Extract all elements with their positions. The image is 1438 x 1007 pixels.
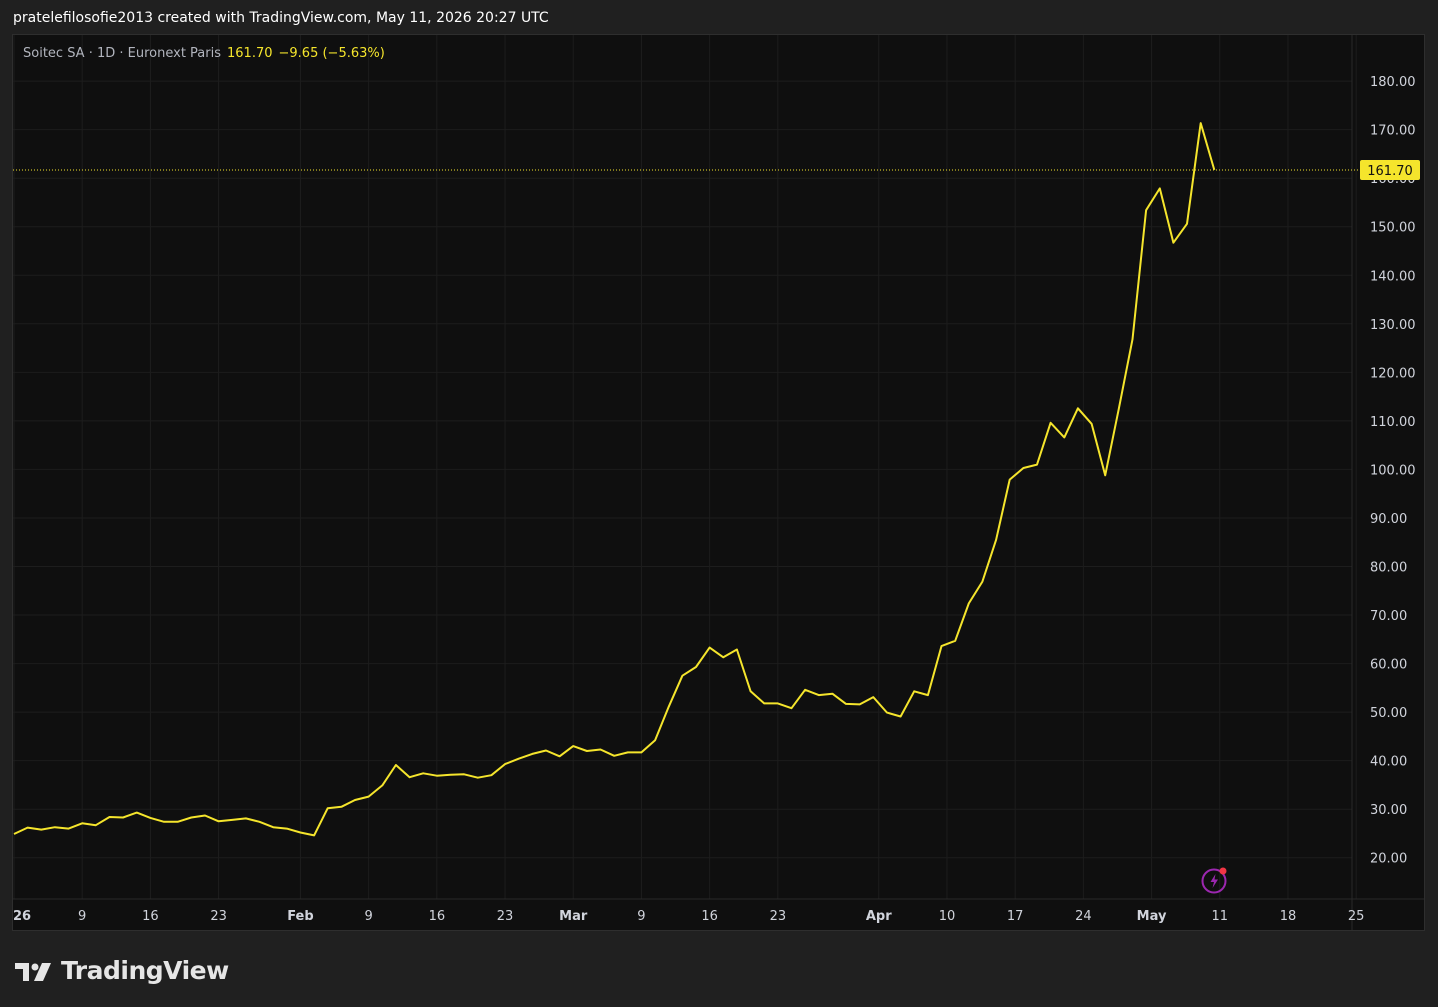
x-tick-label: 23 bbox=[210, 909, 227, 924]
x-tick-label: 23 bbox=[770, 909, 787, 924]
x-tick-label: Mar bbox=[559, 909, 588, 924]
price-chart[interactable]: 180.00170.00160.00150.00140.00130.00120.… bbox=[13, 35, 1424, 930]
tradingview-logo-icon bbox=[15, 962, 51, 981]
y-tick-label: 130.00 bbox=[1370, 318, 1416, 333]
x-tick-label: 26 bbox=[13, 909, 31, 924]
y-tick-label: 50.00 bbox=[1370, 706, 1407, 721]
symbol-info: Soitec SA · 1D · Euronext Paris bbox=[23, 46, 222, 61]
x-tick-label: Feb bbox=[287, 909, 313, 924]
x-tick-label: 16 bbox=[701, 909, 718, 924]
x-tick-label: 23 bbox=[497, 909, 514, 924]
x-tick-label: 24 bbox=[1075, 909, 1092, 924]
price-change: −9.65 (−5.63%) bbox=[278, 46, 385, 61]
y-tick-label: 70.00 bbox=[1370, 609, 1407, 624]
symbol-legend: Soitec SA · 1D · Euronext Paris 161.70 −9.… bbox=[23, 46, 385, 61]
y-tick-label: 170.00 bbox=[1370, 124, 1416, 139]
attribution-text: pratelefilosofie2013 created with Tradin… bbox=[13, 10, 549, 26]
y-tick-label: 90.00 bbox=[1370, 512, 1407, 527]
y-tick-label: 140.00 bbox=[1370, 269, 1416, 284]
y-tick-label: 120.00 bbox=[1370, 366, 1416, 381]
y-tick-label: 100.00 bbox=[1370, 463, 1416, 478]
last-price-label: 161.70 bbox=[1367, 164, 1413, 179]
price-series-line bbox=[13, 122, 1216, 837]
y-tick-label: 80.00 bbox=[1370, 561, 1407, 576]
chart-panel[interactable]: 180.00170.00160.00150.00140.00130.00120.… bbox=[12, 34, 1425, 931]
x-tick-label: 18 bbox=[1280, 909, 1297, 924]
x-tick-label: 10 bbox=[939, 909, 956, 924]
x-tick-label: 11 bbox=[1212, 909, 1229, 924]
x-tick-label: 17 bbox=[1007, 909, 1024, 924]
x-tick-label: 25 bbox=[1348, 909, 1365, 924]
last-price: 161.70 bbox=[227, 46, 273, 61]
y-tick-label: 20.00 bbox=[1370, 852, 1407, 867]
x-tick-label: 9 bbox=[637, 909, 645, 924]
x-tick-label: Apr bbox=[866, 909, 892, 924]
x-tick-label: May bbox=[1137, 909, 1167, 924]
brand-name: TradingView bbox=[61, 956, 229, 985]
x-tick-label: 9 bbox=[364, 909, 372, 924]
y-tick-label: 30.00 bbox=[1370, 803, 1407, 818]
y-tick-label: 150.00 bbox=[1370, 221, 1416, 236]
x-tick-label: 9 bbox=[78, 909, 86, 924]
x-tick-label: 16 bbox=[429, 909, 446, 924]
y-tick-label: 40.00 bbox=[1370, 755, 1407, 770]
lightning-icon[interactable] bbox=[1201, 866, 1229, 894]
y-tick-label: 180.00 bbox=[1370, 75, 1416, 90]
y-tick-label: 60.00 bbox=[1370, 658, 1407, 673]
tradingview-logo[interactable]: TradingView bbox=[15, 956, 229, 985]
x-tick-label: 16 bbox=[142, 909, 159, 924]
y-tick-label: 110.00 bbox=[1370, 415, 1416, 430]
